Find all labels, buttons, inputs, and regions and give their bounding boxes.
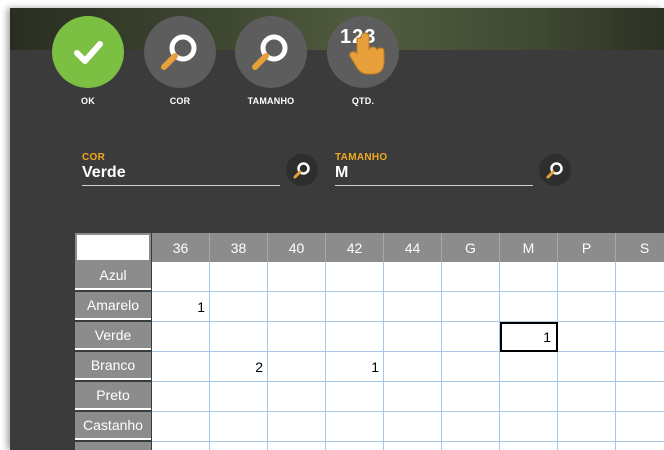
grid-cell[interactable]: 3 <box>210 442 268 450</box>
tamanho-field-search-button[interactable] <box>539 154 571 186</box>
qtd-button[interactable]: 123 QTD. <box>327 16 399 111</box>
search-icon <box>252 34 288 70</box>
row-header: Branco <box>75 352 151 380</box>
column-header: M <box>500 233 558 262</box>
column-header: 36 <box>152 233 210 262</box>
tamanho-search-button[interactable]: TAMANHO <box>235 16 307 111</box>
grid-cell[interactable]: 2 <box>210 352 268 382</box>
hand-icon <box>349 32 385 75</box>
tamanho-field-label: TAMANHO <box>335 152 388 163</box>
ok-label: OK <box>81 96 95 106</box>
column-header: 38 <box>210 233 268 262</box>
qtd-circle[interactable]: 123 <box>327 16 399 88</box>
search-icon <box>161 34 197 70</box>
cor-field-search-button[interactable] <box>286 154 318 186</box>
row-header: Azul <box>75 262 151 290</box>
grid-cell[interactable]: 1 <box>152 292 210 322</box>
app-window: OK COR TAMANHO 123 QTD. COR Verde TAMANH… <box>10 8 664 450</box>
grid-cell[interactable]: 2 <box>500 442 558 450</box>
column-header: S <box>616 233 664 262</box>
touch-number-icon: 123 <box>327 16 399 88</box>
grid-cell[interactable]: 1 <box>326 352 384 382</box>
column-header: P <box>558 233 616 262</box>
row-header: Amarelo <box>75 292 151 320</box>
cor-label: COR <box>169 96 191 106</box>
qtd-label: QTD. <box>351 96 375 106</box>
ok-button[interactable]: OK <box>52 16 124 111</box>
cor-circle[interactable] <box>144 16 216 88</box>
tamanho-label: TAMANHO <box>247 96 295 106</box>
tamanho-circle[interactable] <box>235 16 307 88</box>
row-header: Ci... <box>75 442 151 450</box>
column-header: G <box>442 233 500 262</box>
search-icon <box>293 162 310 179</box>
row-header: Castanho <box>75 412 151 440</box>
tamanho-field[interactable]: M <box>335 164 533 186</box>
column-header: 42 <box>326 233 384 262</box>
ok-circle[interactable] <box>52 16 124 88</box>
grid-body[interactable]: 1 1 2 1 3 2 <box>152 262 664 450</box>
row-header: Verde <box>75 322 151 350</box>
cor-field-label: COR <box>82 152 106 163</box>
grid-corner <box>75 233 151 262</box>
checkmark-icon <box>74 41 103 64</box>
column-header: 44 <box>384 233 442 262</box>
grid-cell-selected[interactable]: 1 <box>500 322 558 352</box>
cor-field[interactable]: Verde <box>82 164 280 186</box>
search-icon <box>546 162 563 179</box>
cor-search-button[interactable]: COR <box>144 16 216 111</box>
column-header: 40 <box>268 233 326 262</box>
row-header: Preto <box>75 382 151 410</box>
